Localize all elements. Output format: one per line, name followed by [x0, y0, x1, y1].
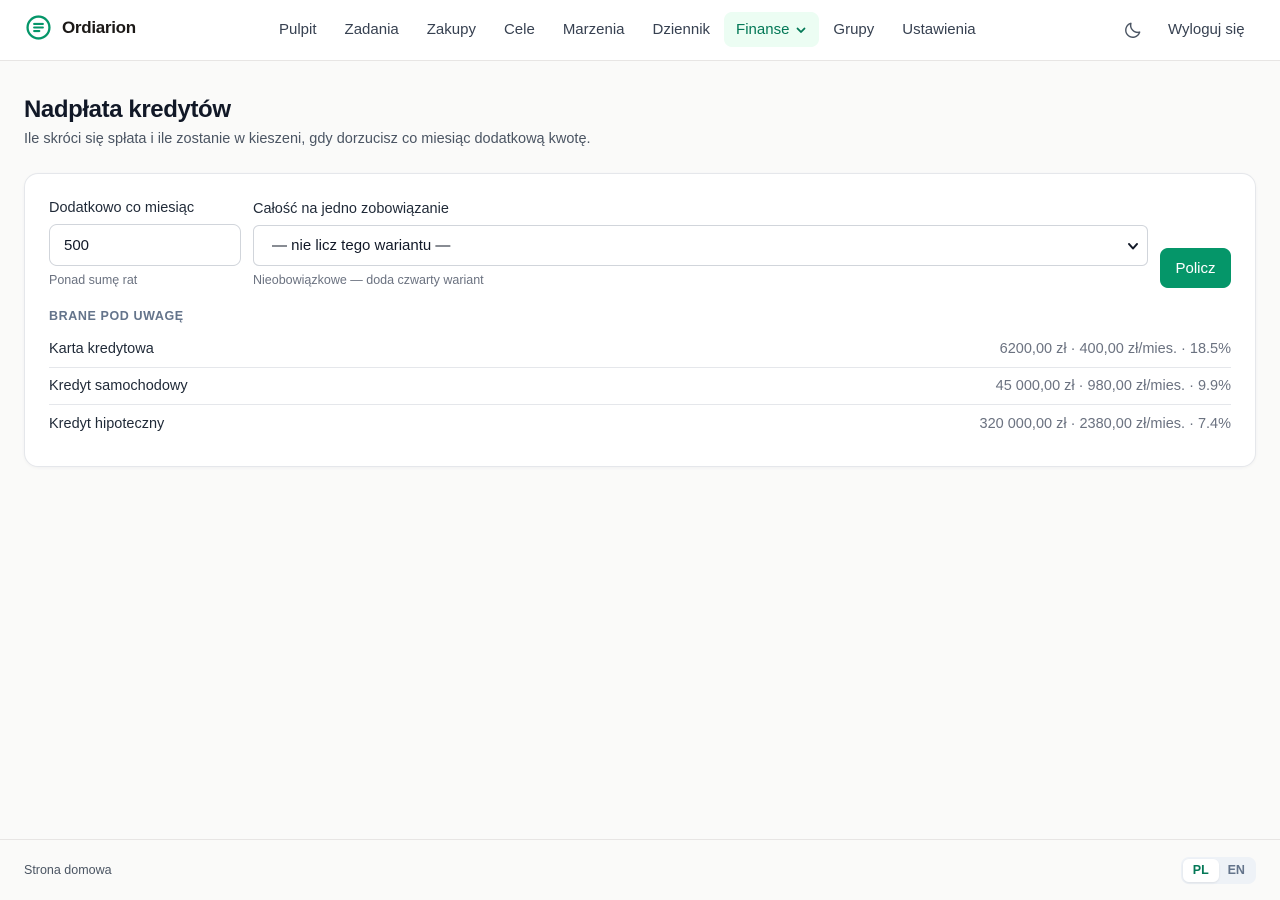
nav-item-cele[interactable]: Cele — [490, 12, 549, 47]
nav-item-marzenia[interactable]: Marzenia — [549, 12, 639, 47]
debt-details: 320 000,00 zł · 2380,00 zł/mies. · 7.4% — [979, 415, 1231, 432]
single-debt-label: Całość na jedno zobowiązanie — [253, 201, 449, 217]
app-logo-icon — [26, 15, 51, 40]
single-debt-select[interactable]: — nie licz tego wariantu — — [253, 225, 1148, 266]
extra-monthly-label: Dodatkowo co miesiąc — [49, 200, 195, 216]
debt-name: Kredyt samochodowy — [49, 378, 188, 394]
brand-name: Ordiarion — [62, 17, 136, 37]
language-pl-button[interactable]: PL — [1183, 859, 1219, 882]
nav-item-finanse[interactable]: Finanse — [724, 12, 820, 47]
home-link[interactable]: Strona domowa — [24, 863, 112, 877]
nav-item-pulpit[interactable]: Pulpit — [265, 12, 331, 47]
calculate-button[interactable]: Policz — [1160, 248, 1231, 288]
overpayment-form-card: Dodatkowo co miesiąc Ponad sumę rat Cało… — [24, 173, 1256, 467]
considered-debts-heading: BRANE POD UWAGĘ — [49, 309, 184, 323]
extra-monthly-hint: Ponad sumę rat — [49, 273, 138, 287]
nav-item-finanse-label: Finanse — [736, 21, 790, 38]
debt-list: Karta kredytowa 6200,00 zł · 400,00 zł/m… — [49, 331, 1231, 442]
list-item: Kredyt hipoteczny 320 000,00 zł · 2380,0… — [49, 405, 1231, 442]
extra-monthly-input[interactable] — [49, 224, 241, 266]
debt-name: Kredyt hipoteczny — [49, 415, 165, 432]
debt-details: 45 000,00 zł · 980,00 zł/mies. · 9.9% — [995, 378, 1231, 394]
nav-item-zadania[interactable]: Zadania — [331, 12, 413, 47]
list-item: Karta kredytowa 6200,00 zł · 400,00 zł/m… — [49, 331, 1231, 368]
nav-item-zakupy[interactable]: Zakupy — [413, 12, 490, 47]
nav-item-dziennik[interactable]: Dziennik — [639, 12, 725, 47]
language-en-button[interactable]: EN — [1219, 859, 1255, 882]
footer: Strona domowa PL EN — [0, 839, 1280, 900]
logout-button[interactable]: Wyloguj się — [1168, 20, 1245, 40]
top-navigation-bar: Ordiarion Pulpit Zadania Zakupy Cele Mar… — [0, 0, 1280, 61]
main-nav: Pulpit Zadania Zakupy Cele Marzenia Dzie… — [265, 12, 990, 47]
chevron-down-icon — [1128, 242, 1138, 249]
list-item: Kredyt samochodowy 45 000,00 zł · 980,00… — [49, 368, 1231, 405]
chevron-down-icon — [797, 27, 806, 33]
single-debt-select-value: — nie licz tego wariantu — — [272, 237, 451, 254]
single-debt-hint: Nieobowiązkowe — doda czwarty wariant — [253, 273, 484, 287]
nav-item-ustawienia[interactable]: Ustawienia — [888, 12, 989, 47]
moon-icon[interactable] — [1123, 20, 1143, 40]
brand[interactable]: Ordiarion — [26, 15, 136, 40]
language-switcher: PL EN — [1181, 857, 1256, 884]
nav-item-grupy[interactable]: Grupy — [819, 12, 888, 47]
debt-name: Karta kredytowa — [49, 341, 154, 357]
debt-details: 6200,00 zł · 400,00 zł/mies. · 18.5% — [999, 341, 1231, 357]
page-subtitle: Ile skróci się spłata i ile zostanie w k… — [24, 131, 591, 147]
page-title: Nadpłata kredytów — [24, 96, 231, 123]
